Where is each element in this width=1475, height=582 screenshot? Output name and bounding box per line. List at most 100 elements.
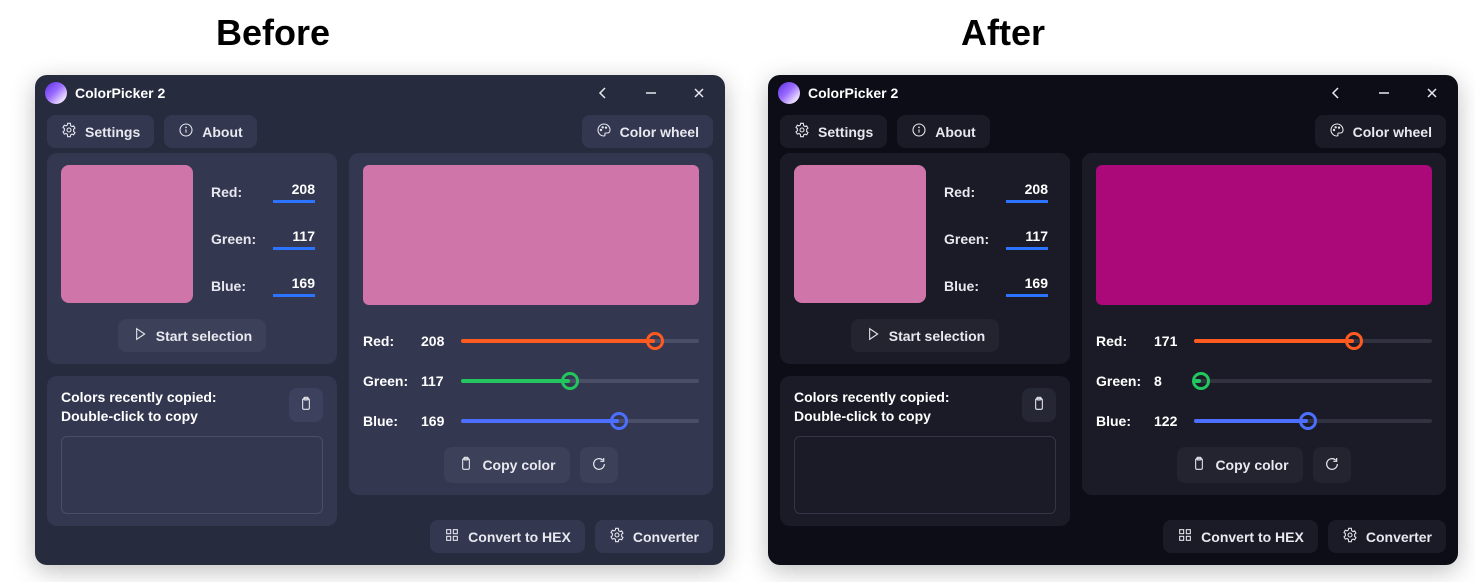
blue-label: Blue: [211, 278, 273, 294]
refresh-button[interactable] [1313, 447, 1351, 483]
info-icon [911, 122, 927, 141]
gear-icon [61, 122, 77, 141]
converter-button[interactable]: Converter [1328, 520, 1446, 553]
blue-slider-label: Blue: [363, 413, 421, 429]
copy-color-button[interactable]: Copy color [444, 447, 569, 483]
settings-label: Settings [818, 124, 873, 140]
green-slider-label: Green: [363, 373, 421, 389]
color-wheel-button[interactable]: Color wheel [1315, 115, 1446, 148]
clipboard-icon [1191, 456, 1207, 475]
gear-icon [609, 527, 625, 546]
paste-button[interactable] [289, 388, 323, 422]
recent-colors-panel: Colors recently copied: Double-click to … [47, 376, 337, 526]
back-button[interactable] [583, 78, 623, 108]
recent-colors-panel: Colors recently copied: Double-click to … [780, 376, 1070, 526]
converter-label: Converter [633, 529, 699, 545]
color-swatch [61, 165, 193, 303]
red-label: Red: [944, 184, 1006, 200]
red-slider[interactable] [461, 331, 699, 351]
back-button[interactable] [1316, 78, 1356, 108]
app-logo-icon [778, 82, 800, 104]
green-slider-value: 8 [1154, 373, 1194, 389]
titlebar: ColorPicker 2 [768, 75, 1458, 110]
app-title: ColorPicker 2 [808, 85, 898, 101]
about-button[interactable]: About [164, 115, 256, 148]
blue-slider-label: Blue: [1096, 413, 1154, 429]
green-label: Green: [944, 231, 1006, 247]
green-slider-label: Green: [1096, 373, 1154, 389]
start-selection-button[interactable]: Start selection [118, 319, 266, 352]
selected-color-panel: Red: 208 Green: 117 Blue: 169 Start sele… [780, 153, 1070, 364]
color-wheel-label: Color wheel [620, 124, 699, 140]
app-logo-icon [45, 82, 67, 104]
palette-icon [596, 122, 612, 141]
refresh-button[interactable] [580, 447, 618, 483]
paste-button[interactable] [1022, 388, 1056, 422]
red-input[interactable]: 208 [1006, 181, 1048, 203]
green-label: Green: [211, 231, 273, 247]
blue-slider[interactable] [1194, 411, 1432, 431]
play-icon [132, 326, 148, 345]
red-slider-label: Red: [363, 333, 421, 349]
color-preview [363, 165, 699, 305]
blue-slider-value: 122 [1154, 413, 1194, 429]
settings-button[interactable]: Settings [780, 115, 887, 148]
palette-icon [1329, 122, 1345, 141]
about-button[interactable]: About [897, 115, 989, 148]
clipboard-icon [458, 456, 474, 475]
clipboard-icon [1031, 396, 1047, 415]
blue-label: Blue: [944, 278, 1006, 294]
about-label: About [202, 124, 242, 140]
start-selection-label: Start selection [156, 328, 252, 344]
recent-line1: Colors recently copied: [61, 388, 279, 407]
app-title: ColorPicker 2 [75, 85, 165, 101]
green-input[interactable]: 117 [1006, 228, 1048, 250]
red-slider[interactable] [1194, 331, 1432, 351]
recent-colors-list[interactable] [794, 436, 1056, 514]
settings-button[interactable]: Settings [47, 115, 154, 148]
convert-hex-label: Convert to HEX [468, 529, 571, 545]
minimize-button[interactable] [631, 78, 671, 108]
convert-hex-button[interactable]: Convert to HEX [430, 520, 585, 553]
hex-icon [1177, 527, 1193, 546]
info-icon [178, 122, 194, 141]
green-slider[interactable] [1194, 371, 1432, 391]
red-label: Red: [211, 184, 273, 200]
start-selection-button[interactable]: Start selection [851, 319, 999, 352]
color-wheel-label: Color wheel [1353, 124, 1432, 140]
green-input[interactable]: 117 [273, 228, 315, 250]
red-input[interactable]: 208 [273, 181, 315, 203]
color-wheel-button[interactable]: Color wheel [582, 115, 713, 148]
close-button[interactable] [1412, 78, 1452, 108]
green-slider[interactable] [461, 371, 699, 391]
converter-label: Converter [1366, 529, 1432, 545]
clipboard-icon [298, 396, 314, 415]
heading-before: Before [216, 12, 330, 54]
hex-icon [444, 527, 460, 546]
close-button[interactable] [679, 78, 719, 108]
convert-hex-button[interactable]: Convert to HEX [1163, 520, 1318, 553]
main-area: Red: 208 Green: 117 Blue: 169 Start sele… [768, 153, 1458, 565]
refresh-icon [591, 456, 607, 475]
preview-panel: Red: 171 Green: 8 Blue: 122 [1082, 153, 1446, 495]
window-after: ColorPicker 2 Settings About [768, 75, 1458, 565]
recent-line1: Colors recently copied: [794, 388, 1012, 407]
blue-slider[interactable] [461, 411, 699, 431]
blue-input[interactable]: 169 [273, 275, 315, 297]
gear-icon [1342, 527, 1358, 546]
gear-icon [794, 122, 810, 141]
preview-panel: Red: 208 Green: 117 Blue: 169 [349, 153, 713, 495]
copy-color-button[interactable]: Copy color [1177, 447, 1302, 483]
main-area: Red: 208 Green: 117 Blue: 169 Start sele… [35, 153, 725, 565]
titlebar: ColorPicker 2 [35, 75, 725, 110]
heading-after: After [961, 12, 1045, 54]
recent-line2: Double-click to copy [61, 407, 279, 426]
play-icon [865, 326, 881, 345]
about-label: About [935, 124, 975, 140]
minimize-button[interactable] [1364, 78, 1404, 108]
converter-button[interactable]: Converter [595, 520, 713, 553]
recent-colors-list[interactable] [61, 436, 323, 514]
blue-input[interactable]: 169 [1006, 275, 1048, 297]
color-preview [1096, 165, 1432, 305]
copy-color-label: Copy color [482, 457, 555, 473]
